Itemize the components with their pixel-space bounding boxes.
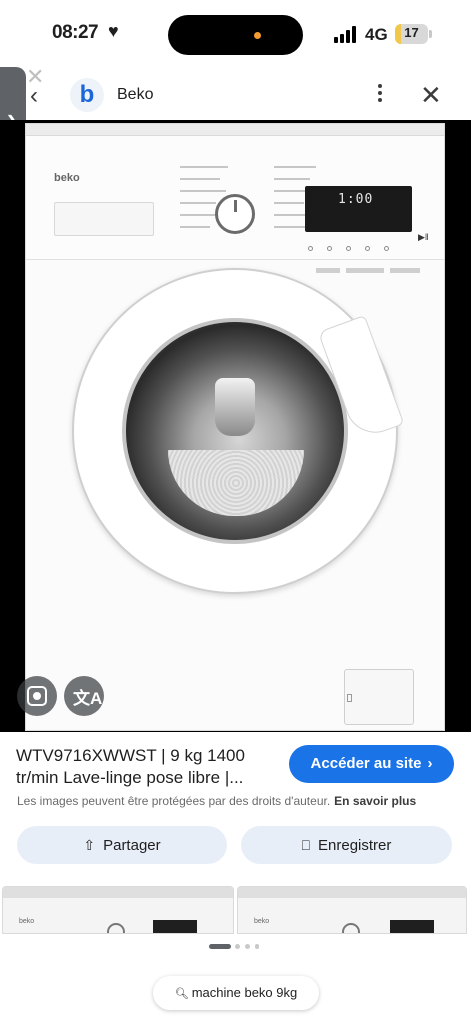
thumb-display	[390, 920, 434, 933]
status-time: 08:27	[52, 22, 99, 43]
drum	[168, 450, 304, 516]
door	[72, 268, 405, 594]
translate-icon: 文A	[73, 689, 103, 708]
back-icon[interactable]: ‹	[30, 82, 38, 110]
pager-dot	[245, 944, 250, 949]
energy-badges	[316, 260, 432, 273]
heart-icon: ♥	[108, 21, 119, 41]
dial-pointer	[234, 200, 237, 212]
pager-dots	[209, 944, 269, 950]
status-bar: 08:27 ♥ 4G 17	[0, 0, 471, 66]
site-name[interactable]: Beko	[117, 86, 153, 104]
thumb-top	[238, 887, 466, 898]
product-title[interactable]: WTV9716XWWST | 9 kg 1400 tr/min Lave-lin…	[16, 745, 276, 789]
more-icon[interactable]	[372, 82, 388, 106]
machine-top	[26, 124, 444, 136]
camera-indicator	[254, 32, 261, 39]
drum-paddle	[215, 378, 255, 436]
pager-dot	[235, 944, 240, 949]
learn-more-link[interactable]: En savoir plus	[334, 794, 416, 808]
battery-label: 17	[404, 25, 419, 40]
display-digits: 1:00	[338, 192, 374, 207]
product-image[interactable]: beko 1:00 ▶‖	[25, 123, 445, 731]
control-panel: beko 1:00 ▶‖	[26, 136, 444, 273]
program-dial	[215, 194, 255, 234]
save-button[interactable]: ⎕ Enregistrer	[241, 826, 452, 864]
lens-icon	[27, 686, 47, 706]
related-image-1[interactable]: beko	[2, 886, 234, 934]
service-hatch	[344, 669, 414, 725]
translate-button[interactable]: 文A	[64, 676, 104, 716]
thumb-top	[3, 887, 233, 898]
chevron-right-icon: ›	[427, 755, 433, 772]
save-label: Enregistrer	[318, 837, 392, 854]
pager-dot	[255, 944, 259, 949]
site-logo[interactable]: b	[70, 78, 104, 112]
bookmark-icon: ⎕	[301, 837, 311, 853]
related-image-2[interactable]: beko	[237, 886, 467, 934]
door-glass	[122, 318, 348, 544]
option-buttons	[308, 238, 412, 251]
visit-site-button[interactable]: Accéder au site ›	[289, 745, 454, 783]
share-button[interactable]: ⇧ Partager	[17, 826, 227, 864]
detergent-drawer	[54, 202, 154, 236]
thumb-dial	[107, 923, 125, 933]
share-label: Partager	[103, 837, 161, 854]
dynamic-island	[168, 15, 303, 55]
signal-icon	[334, 26, 358, 43]
thumb-logo: beko	[254, 918, 270, 925]
search-chip[interactable]: 🔍︎ machine beko 9kg	[153, 976, 319, 1010]
copyright-text: Les images peuvent être protégées par de…	[17, 794, 331, 808]
lens-button[interactable]	[17, 676, 57, 716]
search-chip-label: machine beko 9kg	[191, 985, 298, 1000]
close-icon[interactable]: ✕	[420, 80, 442, 111]
copyright-notice: Les images peuvent être protégées par de…	[17, 794, 457, 808]
network-label: 4G	[365, 25, 388, 44]
search-icon: 🔍︎	[174, 988, 189, 1000]
battery-icon: 17	[395, 24, 428, 44]
pager-dot-active	[209, 944, 231, 949]
thumb-dial	[342, 923, 360, 933]
play-pause-icon: ▶‖	[418, 232, 429, 242]
battery-tip	[429, 30, 432, 38]
hatch-knob	[347, 694, 352, 702]
share-icon: ⇧	[83, 837, 96, 853]
thumb-display	[153, 920, 197, 933]
brand-logo: beko	[54, 172, 80, 184]
digital-display: 1:00	[305, 186, 412, 232]
thumb-logo: beko	[19, 918, 35, 925]
visit-site-label: Accéder au site	[310, 755, 422, 772]
